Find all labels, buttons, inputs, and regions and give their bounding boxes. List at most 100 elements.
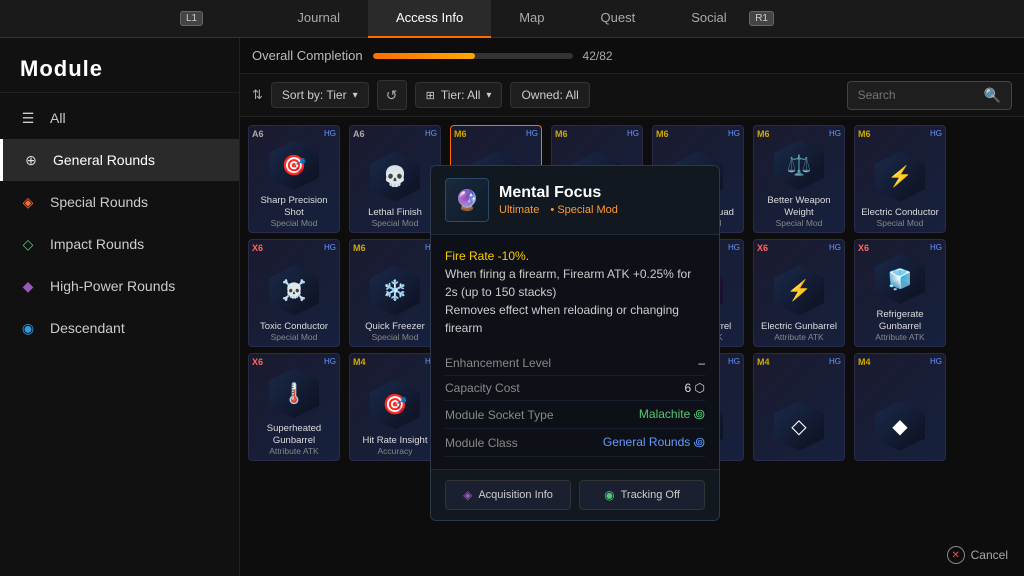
card-rank-tl: M4 [858, 357, 871, 367]
module-icon-area: ⚡ [874, 151, 926, 203]
card-rank-tl: A6 [353, 129, 365, 139]
card-corner-tr: HG [324, 357, 336, 366]
sidebar-item-special-label: Special Rounds [50, 194, 148, 210]
module-card[interactable]: M4 HG 🎯 Hit Rate Insight Accuracy [349, 353, 441, 461]
rank-badge: A6 [252, 129, 264, 139]
module-name: Sharp Precision Shot [249, 195, 339, 218]
stat-socket: Module Socket Type Malachite ꩜ [445, 401, 705, 429]
sidebar-item-all[interactable]: ☰ All [0, 97, 239, 139]
tracking-btn[interactable]: ◉ Tracking Off [579, 480, 705, 510]
l1-badge: L1 [180, 11, 203, 26]
card-rank-tl: M4 [757, 357, 770, 367]
sidebar-item-all-label: All [50, 110, 66, 126]
acquisition-btn[interactable]: ◈ Acquisition Info [445, 480, 571, 510]
card-corner-tr: HG [829, 243, 841, 252]
rank-badge: X6 [858, 243, 869, 253]
completion-bar: Overall Completion 42/82 [240, 38, 1024, 74]
stat-class: Module Class General Rounds ꩜ [445, 429, 705, 457]
module-type: Accuracy [378, 446, 413, 456]
refresh-button[interactable]: ↺ [377, 80, 407, 110]
refresh-icon: ↺ [386, 87, 398, 104]
module-name: Electric Conductor [857, 207, 943, 218]
nav-access-info[interactable]: Access Info [368, 0, 491, 38]
module-icon: 🎯 [383, 392, 408, 417]
r1-badge: R1 [749, 11, 774, 26]
sidebar: Module ☰ All ⊕ General Rounds ◈ Special … [0, 38, 240, 576]
module-card[interactable]: X6 HG 🧊 Refrigerate Gunbarrel Attribute … [854, 239, 946, 347]
module-hex: 🧊 [875, 254, 925, 304]
stat-socket-value: Malachite ꩜ [639, 406, 705, 423]
module-name: Superheated Gunbarrel [249, 423, 339, 446]
cancel-button[interactable]: ✕ Cancel [947, 546, 1008, 564]
module-type: Special Mod [271, 218, 318, 228]
module-card[interactable]: A6 HG 💀 Lethal Finish Special Mod [349, 125, 441, 233]
card-corner-tr: HG [627, 129, 639, 138]
search-input[interactable] [858, 88, 978, 102]
search-box[interactable]: 🔍 [847, 81, 1012, 110]
module-card[interactable]: M6 HG ⚡ Electric Conductor Special Mod [854, 125, 946, 233]
card-rank-tl: X6 [252, 357, 263, 367]
tracking-label: Tracking Off [621, 489, 680, 501]
content-area: Overall Completion 42/82 ⇅ Sort by: Tier… [240, 38, 1024, 576]
module-icon-area: 🎯 [268, 139, 320, 191]
descendant-icon: ◉ [18, 318, 38, 338]
module-name: Lethal Finish [364, 207, 426, 218]
tooltip-special-mod: • Special Mod [550, 204, 625, 216]
tooltip-firerate: Fire Rate -10%. [445, 249, 529, 263]
nav-social[interactable]: Social [663, 0, 754, 38]
module-hex: ⚡ [774, 266, 824, 316]
nav-map[interactable]: Map [491, 0, 572, 38]
card-corner-tr: HG [728, 357, 740, 366]
card-corner-tr: HG [829, 129, 841, 138]
sidebar-item-impact[interactable]: ◇ Impact Rounds [0, 223, 239, 265]
module-card[interactable]: X6 HG ☠️ Toxic Conductor Special Mod [248, 239, 340, 347]
module-card[interactable]: A6 HG 🎯 Sharp Precision Shot Special Mod [248, 125, 340, 233]
module-card[interactable]: X6 HG ⚡ Electric Gunbarrel Attribute ATK [753, 239, 845, 347]
sort-dropdown[interactable]: Sort by: Tier ▾ [271, 82, 369, 108]
module-icon: 🌡️ [282, 381, 307, 406]
module-icon: ☠️ [282, 278, 307, 303]
module-hex: ⚖️ [774, 140, 824, 190]
module-icon: 🎯 [282, 153, 307, 178]
module-card[interactable]: M4 HG ◇ [753, 353, 845, 461]
module-type: Special Mod [776, 218, 823, 228]
right-controller: R1 [749, 11, 774, 26]
owned-dropdown[interactable]: Owned: All [510, 82, 589, 108]
sidebar-item-descendant-label: Descendant [50, 320, 125, 336]
module-icon-area: ⚡ [773, 265, 825, 317]
tier-dropdown[interactable]: ⊞ Tier: All ▾ [415, 82, 503, 108]
nav-journal[interactable]: Journal [269, 0, 368, 38]
module-type: Special Mod [372, 218, 419, 228]
module-icon-area: ◆ [874, 400, 926, 452]
module-type: Attribute ATK [269, 446, 318, 456]
stat-enhancement-value: – [698, 356, 705, 370]
module-icon: ❄️ [383, 278, 408, 303]
card-corner-tr: HG [728, 129, 740, 138]
sidebar-item-descendant[interactable]: ◉ Descendant [0, 307, 239, 349]
left-controller: L1 [180, 11, 203, 26]
module-hex: 💀 [370, 152, 420, 202]
module-icon: 💀 [383, 164, 408, 189]
tooltip-actions: ◈ Acquisition Info ◉ Tracking Off [431, 469, 719, 520]
sidebar-item-special[interactable]: ◈ Special Rounds [0, 181, 239, 223]
module-name: Hit Rate Insight [359, 435, 432, 446]
cancel-icon: ✕ [947, 546, 965, 564]
module-hex: ⚡ [875, 152, 925, 202]
module-name: Toxic Conductor [256, 321, 332, 332]
rank-badge: X6 [252, 243, 263, 253]
sort-icon: ⇅ [252, 87, 263, 103]
nav-items: Journal Access Info Map Quest Social [269, 0, 754, 38]
impact-icon: ◇ [18, 234, 38, 254]
module-card[interactable]: M6 HG ⚖️ Better Weapon Weight Special Mo… [753, 125, 845, 233]
module-card[interactable]: X6 HG 🌡️ Superheated Gunbarrel Attribute… [248, 353, 340, 461]
sidebar-item-general[interactable]: ⊕ General Rounds [0, 139, 239, 181]
card-corner-tr: HG [829, 357, 841, 366]
sidebar-item-highpower-label: High-Power Rounds [50, 278, 175, 294]
sidebar-item-highpower[interactable]: ◆ High-Power Rounds [0, 265, 239, 307]
owned-label: Owned: All [521, 88, 578, 102]
module-card[interactable]: M4 HG ◆ [854, 353, 946, 461]
nav-quest[interactable]: Quest [573, 0, 664, 38]
module-hex: 🎯 [269, 140, 319, 190]
tracking-icon: ◉ [604, 488, 614, 502]
module-card[interactable]: M6 HG ❄️ Quick Freezer Special Mod [349, 239, 441, 347]
